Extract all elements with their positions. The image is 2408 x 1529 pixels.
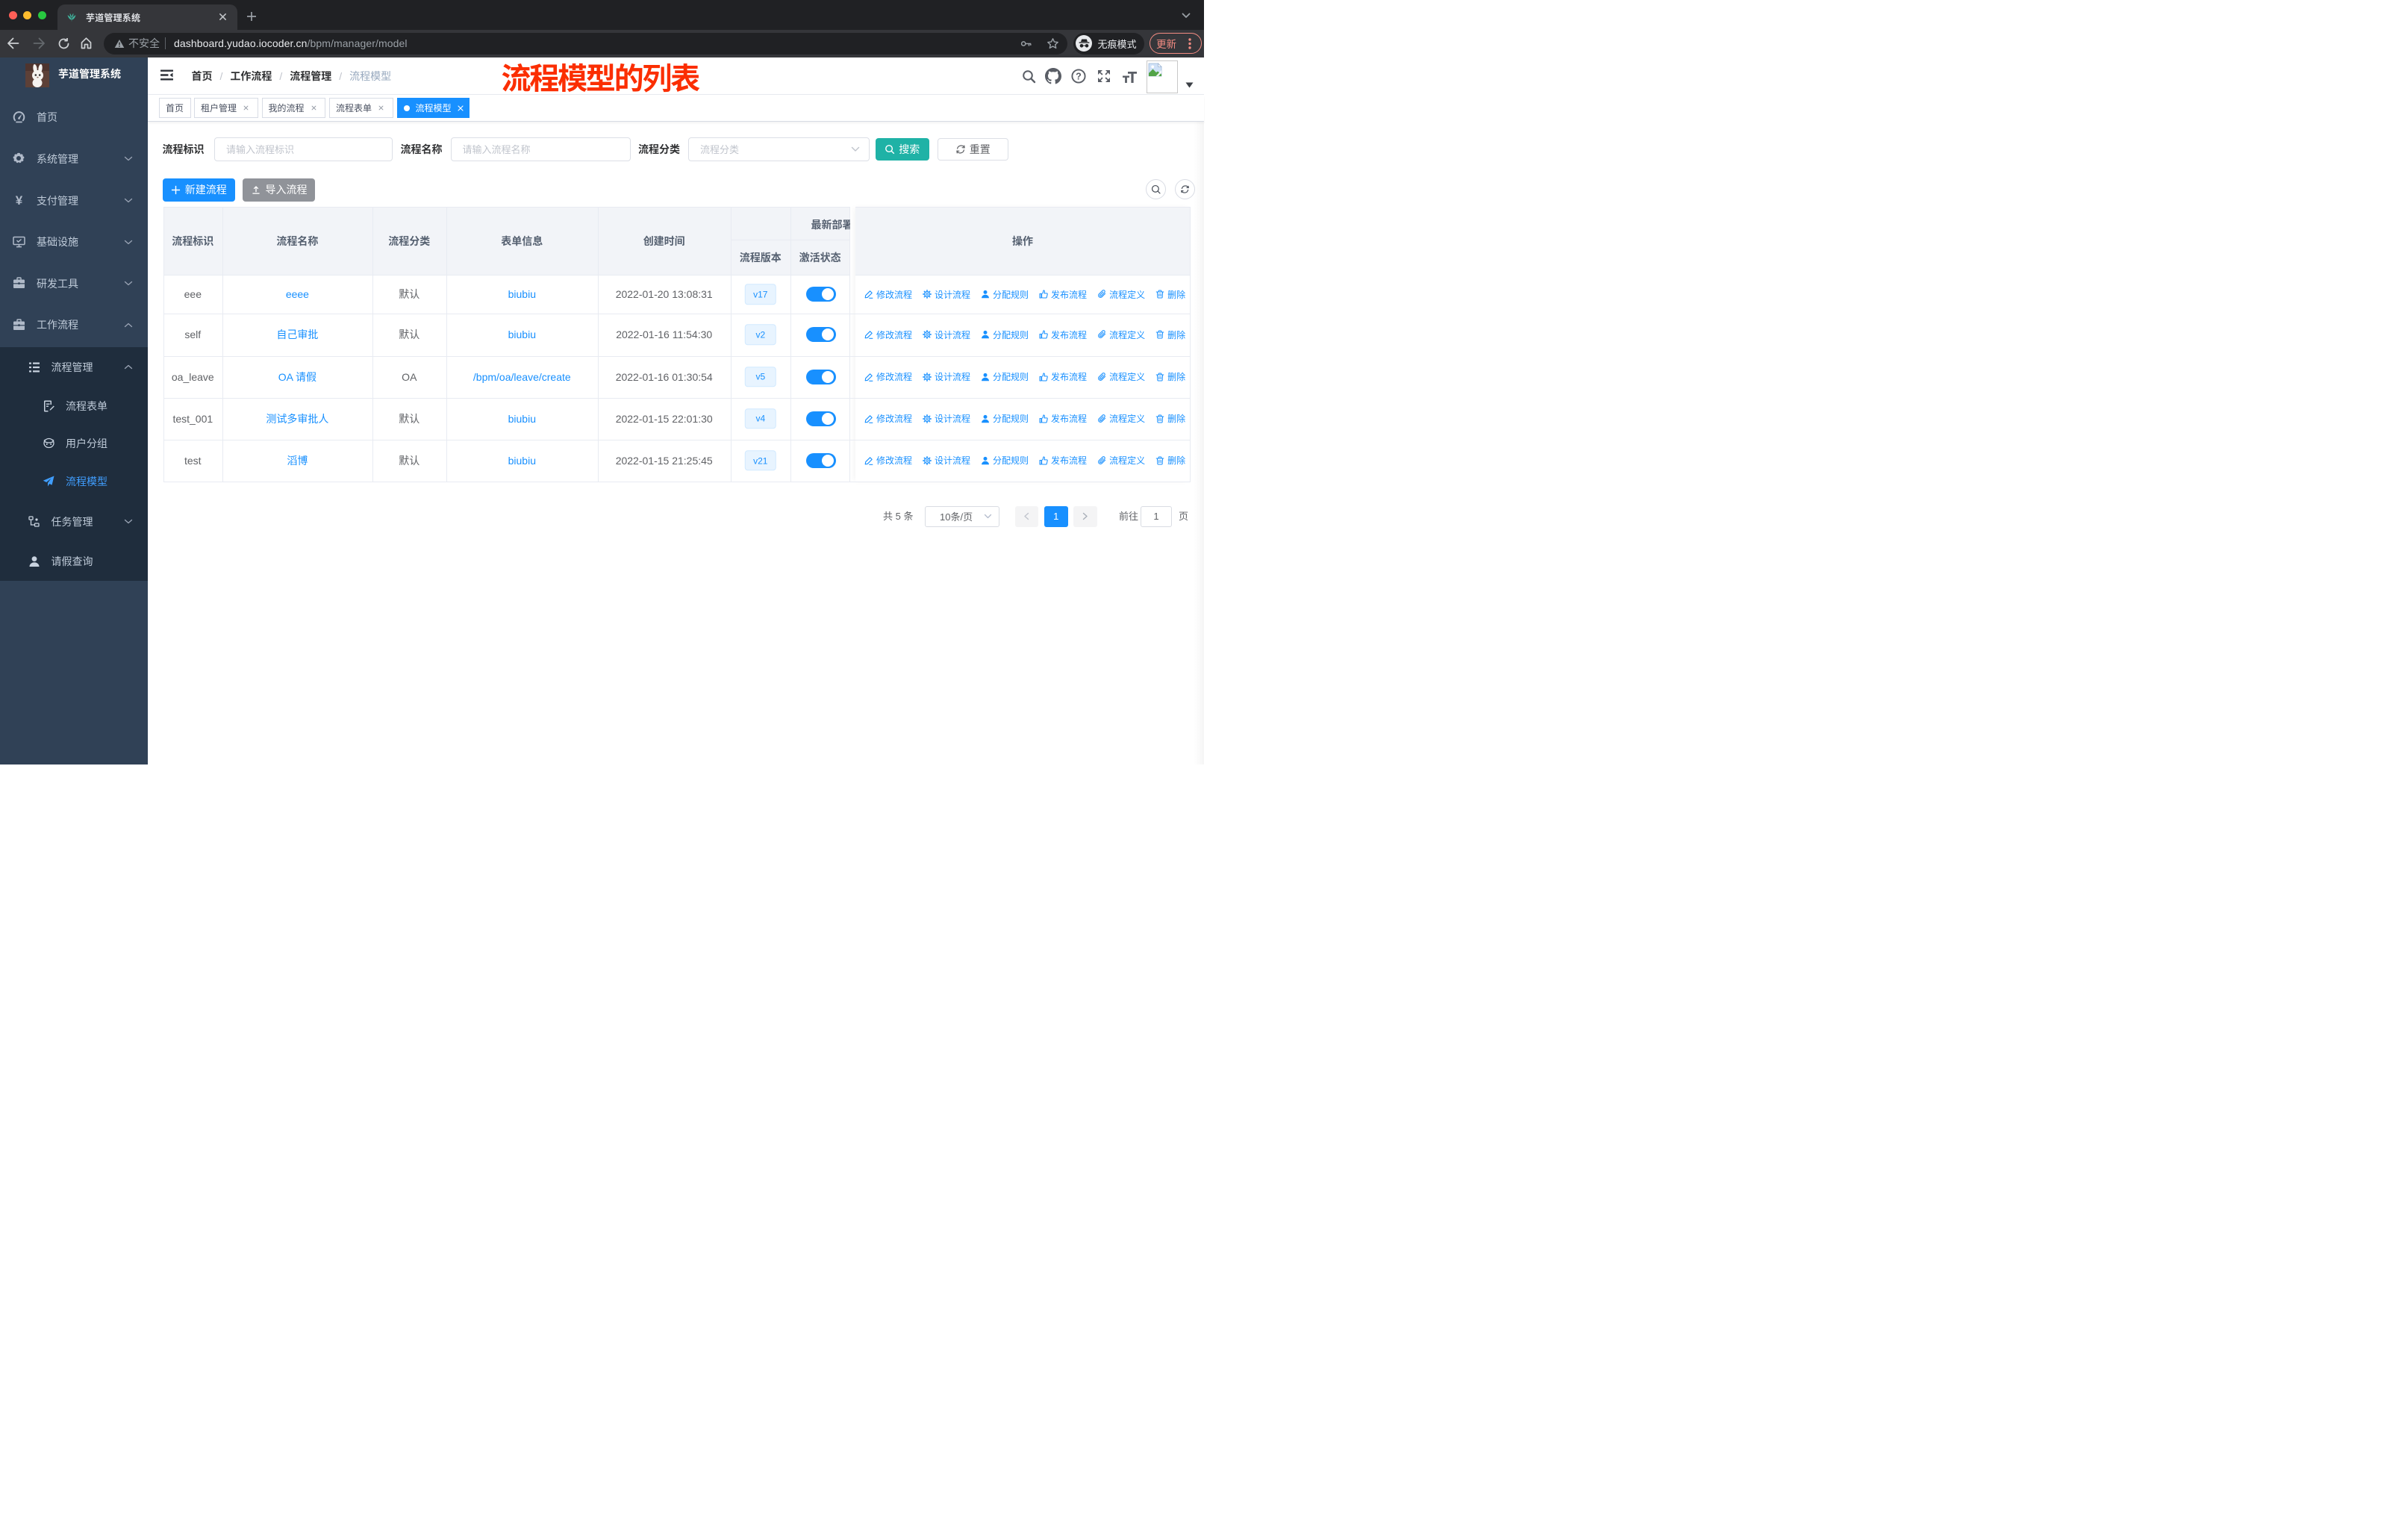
- svg-text:?: ?: [1076, 71, 1082, 81]
